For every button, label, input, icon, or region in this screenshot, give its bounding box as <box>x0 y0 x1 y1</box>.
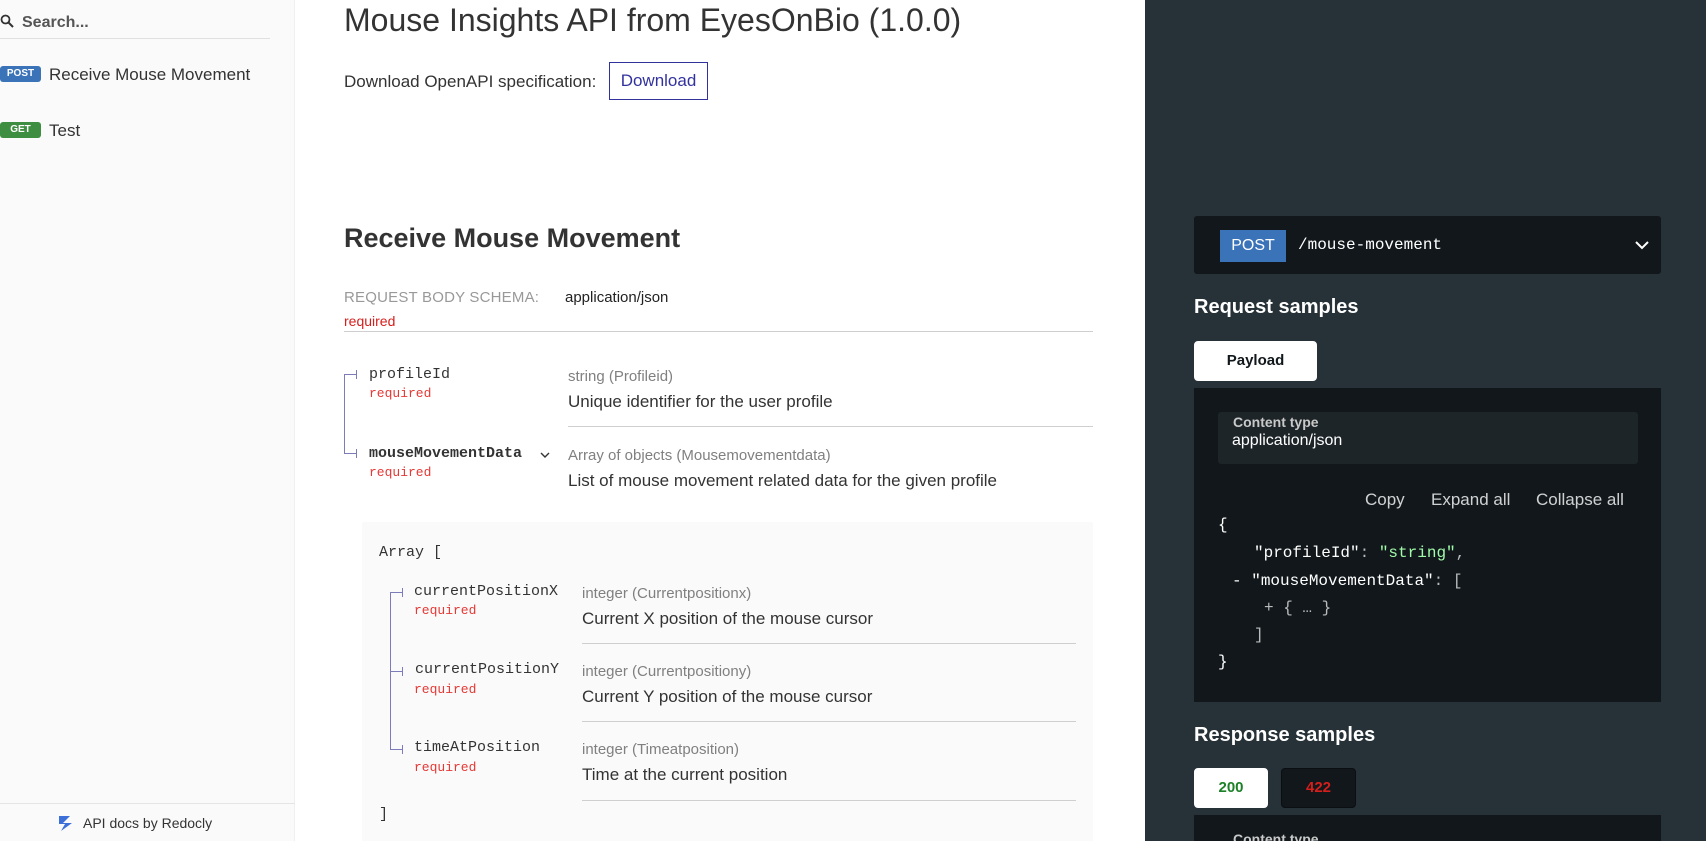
post-badge: POST <box>0 66 41 82</box>
tree-line <box>402 667 403 676</box>
code-key: "mouseMovementData" <box>1251 572 1434 590</box>
tree-line <box>402 588 403 597</box>
code-line: - "mouseMovementData": [ <box>1232 572 1463 590</box>
prop-name-mouseMovementData[interactable]: mouseMovementData <box>369 445 522 462</box>
code-bracket: ] <box>1254 626 1264 644</box>
tab-payload[interactable]: Payload <box>1194 341 1317 381</box>
divider <box>582 800 1076 801</box>
prop-description: List of mouse movement related data for … <box>568 471 998 490</box>
expand-all-button[interactable]: Expand all <box>1431 490 1510 510</box>
collapse-all-button[interactable]: Collapse all <box>1536 490 1624 510</box>
tree-line <box>344 374 345 453</box>
sidebar-item-label: Receive Mouse Movement <box>49 65 251 84</box>
request-samples-heading: Request samples <box>1194 296 1359 318</box>
array-close-bracket: ] <box>379 806 389 823</box>
request-body-content-type: application/json <box>565 289 669 306</box>
divider <box>582 721 1076 722</box>
code-line: ] <box>1254 626 1264 644</box>
prop-type: integer (Timeatposition) <box>582 741 740 758</box>
array-open-bracket: Array [ <box>379 544 443 561</box>
redocly-logo-icon <box>59 816 72 831</box>
prop-type: Array of objects (Mousemovementdata) <box>568 447 831 464</box>
array-schema-box: Array [ currentPositionX required intege… <box>362 522 1093 841</box>
request-body-required: required <box>344 313 396 329</box>
prop-description: Time at the current position <box>582 765 788 784</box>
code-brace: } <box>1218 653 1228 671</box>
operation-title: Receive Mouse Movement <box>344 223 681 253</box>
search-input[interactable] <box>22 12 262 34</box>
code-brace: { <box>1218 516 1228 534</box>
sidebar: POST Receive Mouse Movement GET Test API… <box>0 0 295 841</box>
content-type-label: Content type <box>1233 414 1319 430</box>
redocly-footer-link[interactable]: API docs by Redocly <box>0 803 295 841</box>
tab-response-200[interactable]: 200 <box>1194 768 1268 808</box>
response-sample-panel: Content type <box>1194 815 1661 841</box>
code-bracket: [ <box>1452 572 1463 590</box>
content-type-box: Content type application/json <box>1218 412 1638 464</box>
samples-panel: POST /mouse-movement Request samples Pay… <box>1145 0 1706 841</box>
prop-name-profileId: profileId <box>369 366 451 383</box>
endpoint-toggle[interactable]: POST /mouse-movement <box>1194 216 1661 274</box>
download-spec-label: Download OpenAPI specification: <box>344 72 597 91</box>
tree-line <box>344 374 356 375</box>
expand-toggle[interactable]: + { … } <box>1264 599 1331 617</box>
tree-line <box>356 449 357 458</box>
code-line: + { … } <box>1264 599 1331 617</box>
tree-line <box>390 749 402 750</box>
code-key: "profileId" <box>1254 544 1360 562</box>
redocly-footer-text: API docs by Redocly <box>83 815 213 831</box>
divider <box>344 331 1093 332</box>
search-box <box>0 8 270 39</box>
prop-description: Current X position of the mouse cursor <box>582 609 874 628</box>
content-type-value[interactable]: application/json <box>1232 432 1342 450</box>
response-samples-heading: Response samples <box>1194 724 1376 746</box>
tree-line <box>390 592 402 593</box>
code-string-value: "string" <box>1378 544 1456 562</box>
response-content-type-label: Content type <box>1233 831 1319 841</box>
chevron-down-icon[interactable] <box>540 451 550 459</box>
code-line: "profileId": "string", <box>1254 544 1466 562</box>
copy-button[interactable]: Copy <box>1365 490 1405 510</box>
prop-required: required <box>414 760 477 775</box>
tree-line <box>390 671 402 672</box>
prop-description: Current Y position of the mouse cursor <box>582 687 873 706</box>
code-line: } <box>1218 653 1228 671</box>
code-line: { <box>1218 516 1228 534</box>
endpoint-path: /mouse-movement <box>1298 236 1443 254</box>
download-button[interactable]: Download <box>609 62 708 100</box>
chevron-down-icon <box>1635 241 1649 250</box>
prop-description: Unique identifier for the user profile <box>568 392 833 411</box>
request-body-schema-label: REQUEST BODY SCHEMA: <box>344 289 540 306</box>
search-icon <box>0 14 14 28</box>
prop-type: integer (Currentpositiony) <box>582 663 752 680</box>
sidebar-item-receive-mouse-movement[interactable]: POST Receive Mouse Movement <box>0 59 280 89</box>
request-sample-panel: Content type application/json Copy Expan… <box>1194 388 1661 702</box>
prop-name-currentPositionX: currentPositionX <box>414 583 559 600</box>
divider <box>582 643 1076 644</box>
prop-name-currentPositionY: currentPositionY <box>415 661 560 678</box>
divider <box>568 426 1093 427</box>
tree-line <box>356 370 357 379</box>
prop-required: required <box>369 386 432 401</box>
tree-line <box>402 745 403 754</box>
sidebar-item-label: Test <box>49 121 81 140</box>
prop-name-timeAtPosition: timeAtPosition <box>414 739 541 756</box>
collapse-toggle[interactable]: - <box>1232 572 1242 590</box>
prop-type: string (Profileid) <box>568 368 674 385</box>
get-badge: GET <box>0 122 41 138</box>
sidebar-item-test[interactable]: GET Test <box>0 115 280 145</box>
prop-required: required <box>414 603 477 618</box>
prop-required: required <box>414 682 477 697</box>
api-title: Mouse Insights API from EyesOnBio (1.0.0… <box>344 2 962 38</box>
prop-required: required <box>369 465 432 480</box>
tree-line <box>344 453 356 454</box>
main-content: Mouse Insights API from EyesOnBio (1.0.0… <box>296 0 1145 841</box>
prop-type: integer (Currentpositionx) <box>582 585 752 602</box>
endpoint-method-badge: POST <box>1220 230 1286 262</box>
tab-response-422[interactable]: 422 <box>1281 768 1356 808</box>
